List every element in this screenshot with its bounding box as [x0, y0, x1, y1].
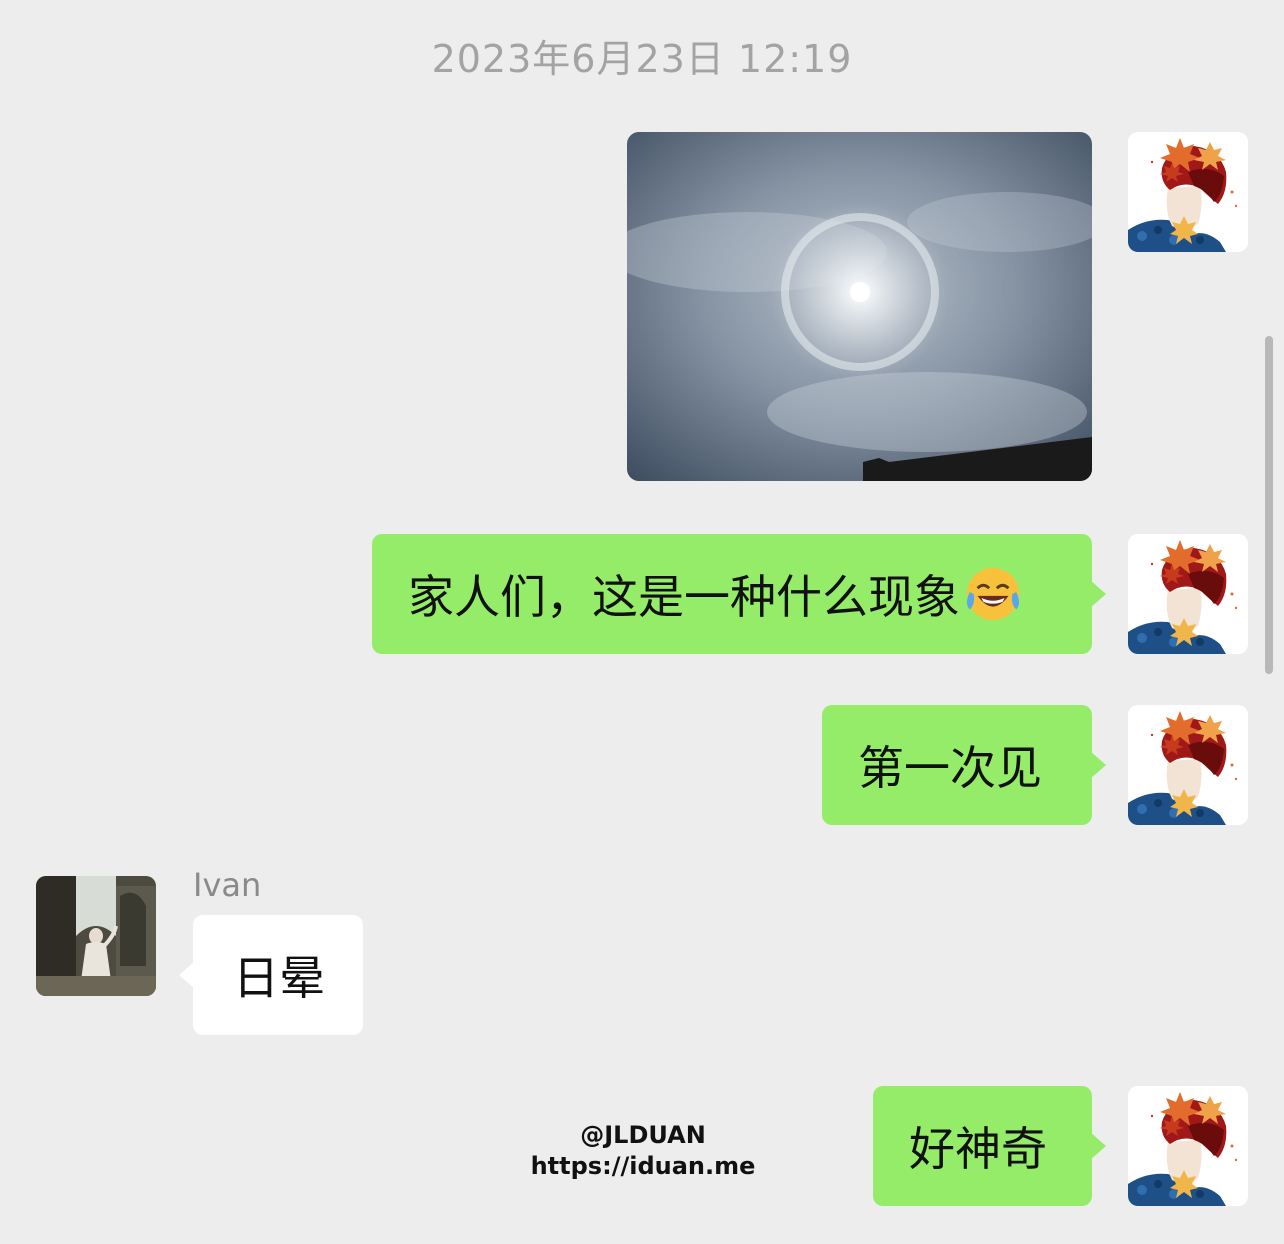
sun-halo-photo-message[interactable] — [627, 132, 1092, 481]
my-avatar[interactable] — [1128, 705, 1248, 825]
sender-name: Ivan — [193, 866, 262, 904]
maple-leaf-portrait-avatar-icon — [1128, 1086, 1248, 1206]
watermark: @JLDUAN https://iduan.me — [500, 1120, 786, 1182]
my-avatar[interactable] — [1128, 1086, 1248, 1206]
outgoing-message-bubble[interactable]: 家人们，这是一种什么现象 — [372, 534, 1106, 654]
outgoing-message-bubble[interactable]: 第一次见 — [822, 705, 1106, 825]
scrollbar-thumb[interactable] — [1265, 336, 1273, 674]
photo-avatar-icon — [36, 876, 156, 996]
ivan-avatar[interactable] — [36, 876, 156, 996]
tears-of-joy-emoji-icon — [964, 565, 1022, 623]
sun-halo-photo — [627, 132, 1092, 481]
my-avatar[interactable] — [1128, 132, 1248, 252]
my-avatar[interactable] — [1128, 534, 1248, 654]
maple-leaf-portrait-avatar-icon — [1128, 132, 1248, 252]
message-text: 日晕 — [233, 951, 325, 1005]
maple-leaf-portrait-avatar-icon — [1128, 534, 1248, 654]
message-text: 好神奇 — [909, 1122, 1047, 1176]
watermark-url: https://iduan.me — [530, 1152, 756, 1180]
message-text: 家人们，这是一种什么现象 — [408, 570, 960, 624]
message-text: 第一次见 — [858, 741, 1042, 795]
incoming-message-bubble[interactable]: 日晕 — [179, 915, 363, 1035]
outgoing-message-bubble[interactable]: 好神奇 — [873, 1086, 1106, 1206]
chat-timestamp: 2023年6月23日 12:19 — [431, 37, 853, 81]
watermark-handle: @JLDUAN — [580, 1121, 706, 1149]
maple-leaf-portrait-avatar-icon — [1128, 705, 1248, 825]
